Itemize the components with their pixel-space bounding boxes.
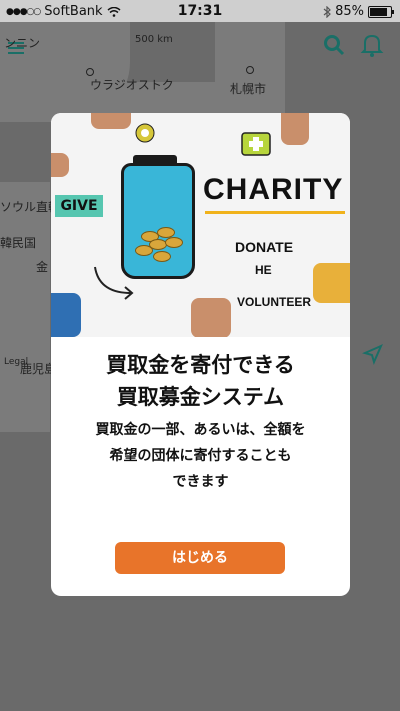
coin [165, 237, 183, 248]
donate-word: DONATE [235, 239, 294, 255]
sleeve-illustration [51, 293, 81, 337]
title-line: 買取金を寄付できる [106, 353, 295, 377]
ribbon-badge-icon [135, 123, 155, 143]
battery-icon [368, 5, 394, 18]
map-label: 金 [36, 260, 49, 274]
volunteer-word: VOLUNTEER [237, 295, 312, 309]
title-line: 買取募金システム [116, 385, 285, 409]
hand-illustration [91, 113, 131, 129]
map-city-dot [86, 68, 94, 76]
underline [205, 211, 345, 214]
map-city-dot [246, 66, 254, 74]
start-button[interactable]: はじめる [115, 542, 285, 574]
battery-percent: 85% [335, 4, 364, 19]
map-land [0, 182, 50, 432]
coin [135, 245, 153, 256]
status-bar: ●●●○○ SoftBank 17:31 85% [0, 0, 400, 22]
charity-hero-image: GIVE CHARITY DONATE HE VOLUNTEER [51, 113, 350, 337]
map-label: 札幌市 [230, 82, 267, 96]
map-scale: 500 km [135, 34, 173, 45]
description-line: 買取金の一部、あるいは、全額を [95, 422, 306, 438]
map-label: ンニン [4, 36, 41, 50]
arrow-doodle [94, 266, 134, 300]
coin [153, 251, 171, 262]
hand-illustration [281, 113, 309, 145]
hand-illustration [51, 153, 69, 177]
map-label: ウラジオストク [90, 78, 174, 92]
hand-illustration [191, 298, 231, 337]
bell-icon[interactable] [360, 32, 384, 58]
bluetooth-icon [323, 5, 331, 18]
map-label: 韓民国 [0, 236, 37, 250]
charity-word: CHARITY [203, 173, 344, 206]
medical-cross-icon [241, 132, 271, 156]
description-line: できます [172, 474, 229, 490]
sleeve-illustration [313, 263, 350, 303]
modal-title: 買取金を寄付できる 買取募金システム [51, 349, 350, 413]
help-word: HE [255, 263, 272, 277]
search-icon[interactable] [323, 34, 345, 56]
charity-modal: GIVE CHARITY DONATE HE VOLUNTEER 買取金を寄付で… [51, 113, 350, 596]
description-line: 希望の団体に寄付することも [109, 448, 292, 464]
location-arrow-icon[interactable] [362, 343, 384, 365]
modal-description: 買取金の一部、あるいは、全額を 希望の団体に寄付することも できます [51, 417, 350, 495]
give-tag: GIVE [55, 195, 103, 217]
